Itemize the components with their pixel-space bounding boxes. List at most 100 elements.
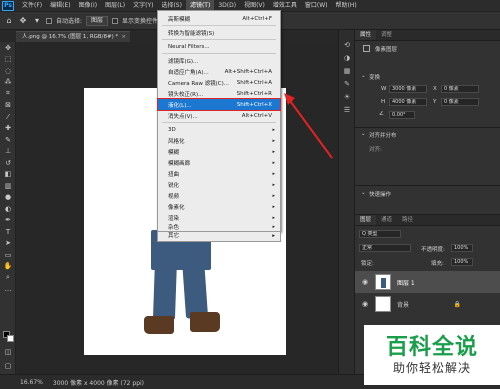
close-icon[interactable]: × <box>121 32 126 42</box>
dodge-tool-icon[interactable]: ◐ <box>0 203 16 215</box>
menu-item-video[interactable]: 视频 ▸ <box>158 190 280 201</box>
menu-item-sharpen[interactable]: 锐化 ▸ <box>158 179 280 190</box>
brush-tool-icon[interactable]: ✎ <box>0 134 16 146</box>
menu-file[interactable]: 文件(F) <box>18 0 46 12</box>
home-icon[interactable]: ⌂ <box>4 16 14 26</box>
show-transform-checkbox[interactable] <box>112 17 119 24</box>
type-tool-icon[interactable]: T <box>0 226 16 238</box>
chevron-down-icon[interactable]: ⌄ <box>361 131 366 137</box>
eye-icon[interactable]: ◉ <box>359 278 371 286</box>
clone-stamp-tool-icon[interactable]: ⊥ <box>0 146 16 158</box>
rectangle-tool-icon[interactable]: ▭ <box>0 249 16 261</box>
angle-field[interactable]: 0.00° <box>389 111 415 119</box>
blend-mode-dropdown[interactable]: 正常 <box>359 244 411 252</box>
menu-item-adaptive-wide-angle[interactable]: 自适应广角(A)... Alt+Shift+Ctrl+A <box>158 66 280 77</box>
tab-adjustments[interactable]: 调整 <box>376 30 397 40</box>
menu-edit[interactable]: 编辑(E) <box>46 0 74 12</box>
move-tool-icon[interactable]: ✥ <box>0 42 16 54</box>
swatches-panel-icon[interactable]: ▦ <box>339 64 355 77</box>
fill-field[interactable]: 100% <box>451 258 473 266</box>
menu-item-vanishing-point[interactable]: 消失点(V)... Alt+Ctrl+V <box>158 110 280 121</box>
menu-item-blur-gallery[interactable]: 模糊画廊 ▸ <box>158 157 280 168</box>
blur-tool-icon[interactable]: ● <box>0 192 16 204</box>
menu-item-pixelate[interactable]: 像素化 ▸ <box>158 201 280 212</box>
menu-item-blur[interactable]: 模糊 ▸ <box>158 146 280 157</box>
document-tab[interactable]: 人.png @ 16.7% (图层 1, RGB/8#) * × <box>16 31 130 42</box>
tools-panel: ✥ ⬚ ◌ ⁂ ⌗ ⊠ ⁄ ✚ ✎ ⊥ ↺ ◧ ▥ ● ◐ ✒ T ➤ ▭ ✋ … <box>0 42 16 374</box>
lock-label: 锁定: <box>361 261 374 267</box>
menu-item-lens-correction[interactable]: 镜头校正(R)... Shift+Ctrl+R <box>158 88 280 99</box>
menu-help[interactable]: 帮助(H) <box>332 0 361 12</box>
x-field[interactable]: 0 像素 <box>441 85 479 93</box>
chevron-down-icon[interactable]: ⌄ <box>361 190 366 196</box>
move-tool-icon[interactable]: ✥ <box>18 16 28 26</box>
annotation-arrow <box>284 93 333 159</box>
healing-brush-tool-icon[interactable]: ✚ <box>0 123 16 135</box>
menu-item-stylize[interactable]: 风格化 ▸ <box>158 135 280 146</box>
history-brush-tool-icon[interactable]: ↺ <box>0 157 16 169</box>
menu-item-gaussian-blur[interactable]: 高斯模糊 Alt+Ctrl+F <box>158 13 280 24</box>
menu-layer[interactable]: 图层(L) <box>101 0 129 12</box>
tab-paths[interactable]: 路径 <box>397 215 418 225</box>
brush-panel-icon[interactable]: ✎ <box>339 77 355 90</box>
layer-row[interactable]: ◉ 背景 🔒 <box>355 293 500 315</box>
tab-channels[interactable]: 通道 <box>376 215 397 225</box>
quick-select-tool-icon[interactable]: ⁂ <box>0 77 16 89</box>
chevron-right-icon: ▸ <box>272 126 275 133</box>
layer-name[interactable]: 图层 1 <box>397 278 415 287</box>
layer-row[interactable]: ◉ 图层 1 <box>355 271 500 293</box>
menu-item-camera-raw[interactable]: Camera Raw 滤镜(C)... Shift+Ctrl+A <box>158 77 280 88</box>
auto-select-dropdown[interactable]: 图层 <box>86 15 109 26</box>
history-panel-icon[interactable]: ⟲ <box>339 38 355 51</box>
more-tools-icon[interactable]: … <box>0 284 16 296</box>
pen-tool-icon[interactable]: ✒ <box>0 215 16 227</box>
pixel-layer-icon <box>363 45 370 52</box>
layer-thumbnail <box>375 296 391 312</box>
eraser-tool-icon[interactable]: ◧ <box>0 169 16 181</box>
layer-thumbnail <box>375 274 391 290</box>
menu-item-filter-gallery[interactable]: 滤镜库(G)... <box>158 55 280 66</box>
height-field[interactable]: 4000 像素 <box>389 98 427 106</box>
screen-mode-icon[interactable]: ▢ <box>0 360 16 372</box>
libraries-panel-icon[interactable]: ☰ <box>339 103 355 116</box>
layer-name[interactable]: 背景 <box>397 300 409 309</box>
tab-properties[interactable]: 属性 <box>355 30 377 40</box>
menu-image[interactable]: 图像(I) <box>75 0 101 12</box>
menu-window[interactable]: 窗口(W) <box>301 0 332 12</box>
menu-item-neural-filters[interactable]: Neural Filters... <box>158 41 280 52</box>
layer-filter-dropdown[interactable]: Q 类型 <box>359 230 401 238</box>
hand-tool-icon[interactable]: ✋ <box>0 261 16 273</box>
eyedropper-tool-icon[interactable]: ⁄ <box>0 111 16 123</box>
opacity-field[interactable]: 100% <box>451 244 473 252</box>
auto-select-checkbox[interactable] <box>46 17 52 24</box>
chevron-down-icon[interactable]: ▾ <box>32 16 42 26</box>
quick-mask-icon[interactable]: ◫ <box>0 346 16 358</box>
crop-tool-icon[interactable]: ⌗ <box>0 88 16 100</box>
y-field[interactable]: 0 像素 <box>441 98 479 106</box>
filter-menu-dropdown: 高斯模糊 Alt+Ctrl+F 转换为智能滤镜(S) Neural Filters… <box>157 10 281 232</box>
tab-layers[interactable]: 图层 <box>355 215 377 225</box>
menu-item-other[interactable]: 其它 ▸ <box>157 232 281 242</box>
photoshop-logo: Ps <box>2 0 14 11</box>
zoom-tool-icon[interactable]: ⌕ <box>0 272 16 284</box>
chevron-down-icon[interactable]: ⌄ <box>361 73 366 79</box>
path-selection-tool-icon[interactable]: ➤ <box>0 238 16 250</box>
menu-item-noise[interactable]: 杂色 ▸ <box>158 222 280 231</box>
background-color-swatch[interactable] <box>7 335 14 342</box>
lasso-tool-icon[interactable]: ◌ <box>0 65 16 77</box>
eye-icon[interactable]: ◉ <box>359 300 371 308</box>
chevron-right-icon: ▸ <box>272 137 275 144</box>
menu-item-liquify[interactable]: 液化(L)... Shift+Ctrl+X <box>157 98 281 111</box>
color-panel-icon[interactable]: ◑ <box>339 51 355 64</box>
menu-item-distort[interactable]: 扭曲 ▸ <box>158 168 280 179</box>
adjustments-panel-icon[interactable]: ☀ <box>339 90 355 103</box>
frame-tool-icon[interactable]: ⊠ <box>0 100 16 112</box>
zoom-level[interactable]: 16.67% <box>20 379 43 386</box>
document-info[interactable]: 3000 像素 x 4000 像素 (72 ppi) <box>53 378 144 387</box>
width-field[interactable]: 3000 像素 <box>389 85 427 93</box>
menu-item-convert-smart-filter[interactable]: 转换为智能滤镜(S) <box>158 27 280 38</box>
artboard-tool-icon[interactable]: ⬚ <box>0 54 16 66</box>
menu-item-3d[interactable]: 3D ▸ <box>158 124 280 135</box>
gradient-tool-icon[interactable]: ▥ <box>0 180 16 192</box>
menu-type[interactable]: 文字(Y) <box>129 0 157 12</box>
